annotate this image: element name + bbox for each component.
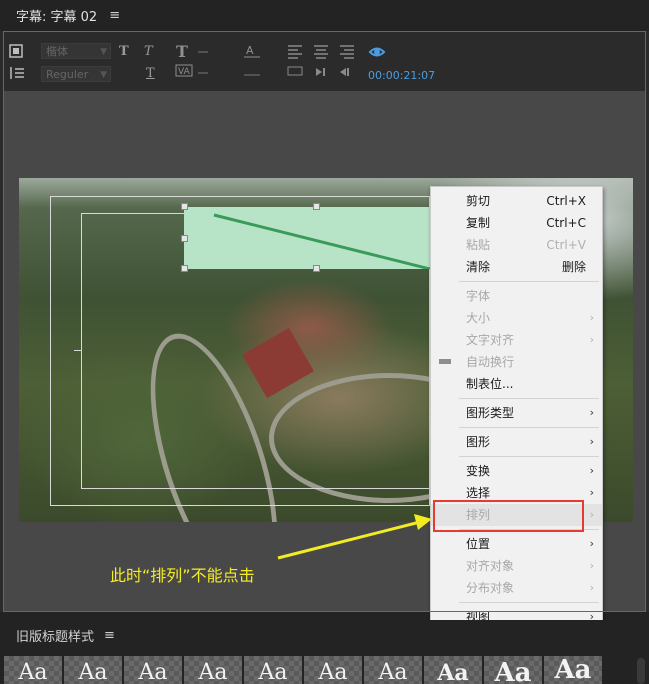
style-swatch-row: Aa Aa Aa Aa Aa Aa Aa Aa Aa Aa	[4, 656, 624, 684]
style-swatch[interactable]: Aa	[124, 656, 182, 684]
style-swatch[interactable]: Aa	[424, 656, 482, 684]
style-swatch[interactable]: Aa	[64, 656, 122, 684]
active-panel-border	[3, 31, 646, 612]
style-swatch[interactable]: Aa	[244, 656, 302, 684]
style-swatch[interactable]: Aa	[184, 656, 242, 684]
titler-title-bar: 字幕: 字幕 02 ≡	[0, 0, 649, 31]
style-swatch[interactable]: Aa	[4, 656, 62, 684]
panel-title: 字幕: 字幕 02	[16, 10, 98, 25]
style-swatch[interactable]: Aa	[364, 656, 422, 684]
scrollbar[interactable]	[637, 658, 645, 684]
legacy-styles-header: 旧版标题样式 ≡	[0, 620, 649, 650]
style-swatch[interactable]: Aa	[484, 656, 542, 684]
style-swatch[interactable]: Aa	[544, 656, 602, 684]
legacy-styles-title: 旧版标题样式	[16, 629, 95, 645]
panel-menu-icon[interactable]: ≡	[109, 8, 120, 23]
panel-menu-icon[interactable]: ≡	[104, 628, 115, 643]
style-swatch[interactable]: Aa	[304, 656, 362, 684]
